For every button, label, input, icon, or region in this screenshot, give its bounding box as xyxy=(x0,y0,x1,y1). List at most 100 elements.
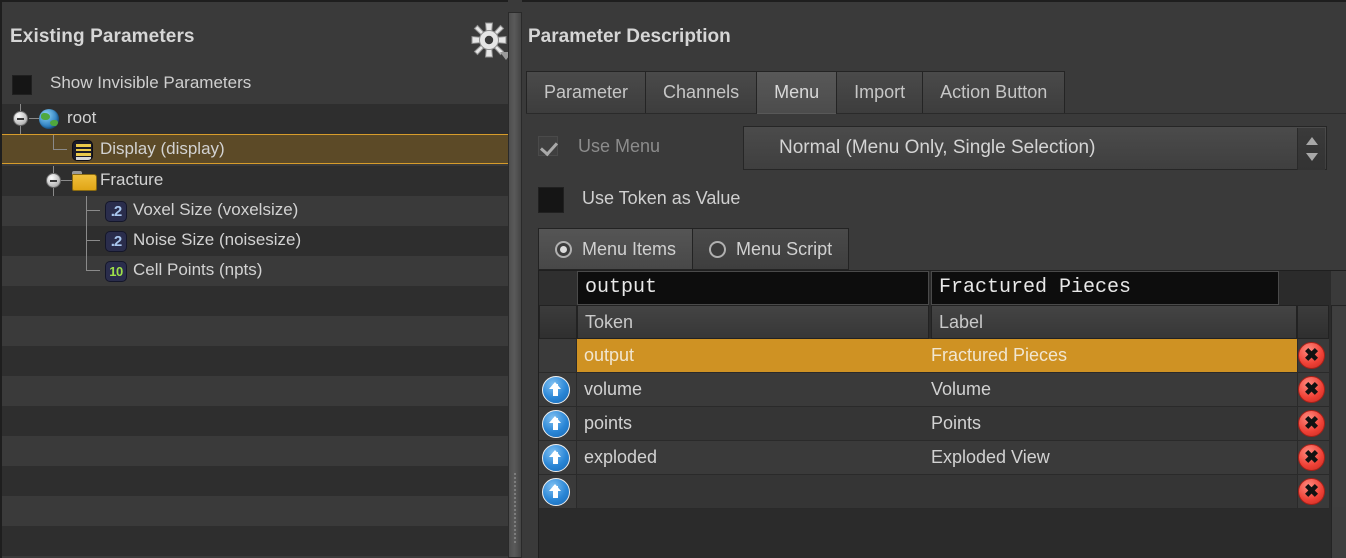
radio-menu-items[interactable]: Menu Items xyxy=(538,228,694,270)
cell-label[interactable]: Exploded View xyxy=(931,441,1297,475)
cell-label[interactable] xyxy=(931,475,1297,509)
use-menu-label: Use Menu xyxy=(578,136,661,156)
delete-icon[interactable]: ✖ xyxy=(1298,376,1325,403)
menu-source-radio-group: Menu Items Menu Script xyxy=(538,228,850,270)
row-gutter xyxy=(539,475,577,509)
row-body: volume Volume xyxy=(577,373,1329,407)
table-row[interactable]: output Fractured Pieces ✖ xyxy=(539,339,1329,373)
splitter-grip xyxy=(514,473,516,543)
tree-item-fracture[interactable]: Fracture xyxy=(2,166,510,196)
use-menu-checkbox[interactable] xyxy=(538,136,558,156)
table-scrollbar[interactable] xyxy=(1331,305,1346,558)
table-header-row: Token Label xyxy=(539,305,1329,339)
tree-item-label: Cell Points (npts) xyxy=(133,260,263,279)
table-scroll-corner xyxy=(1331,271,1346,305)
table-row[interactable]: ✖ xyxy=(539,475,1329,509)
use-menu-row: Use Menu Normal (Menu Only, Single Selec… xyxy=(522,126,1346,170)
table-scrollbar-thumb[interactable] xyxy=(1333,307,1345,507)
show-invisible-checkbox[interactable] xyxy=(12,75,32,95)
menu-mode-select[interactable]: Normal (Menu Only, Single Selection) xyxy=(743,126,1327,170)
row-body xyxy=(577,475,1329,509)
arrow-up-icon[interactable] xyxy=(542,478,570,506)
tab-parameter[interactable]: Parameter xyxy=(526,71,647,114)
cell-token[interactable]: exploded xyxy=(584,441,928,475)
token-input[interactable]: output xyxy=(577,271,929,305)
row-gutter xyxy=(539,373,577,407)
tree-empty-row xyxy=(2,376,510,406)
menu-mode-value: Normal (Menu Only, Single Selection) xyxy=(779,137,1096,158)
table-row[interactable]: points Points ✖ xyxy=(539,407,1329,441)
cell-label[interactable]: Volume xyxy=(931,373,1297,407)
show-invisible-parameters-row[interactable]: Show Invisible Parameters xyxy=(2,70,510,102)
tab-menu[interactable]: Menu xyxy=(756,71,838,114)
menu-items-table: output Fractured Pieces Token Label outp… xyxy=(538,270,1346,558)
use-token-as-value-row[interactable]: Use Token as Value xyxy=(522,184,1346,218)
int-icon: 10 xyxy=(105,261,127,282)
float-icon: .2 xyxy=(105,201,127,222)
delete-icon[interactable]: ✖ xyxy=(1298,342,1325,369)
use-token-as-value-checkbox[interactable] xyxy=(538,187,564,213)
tab-action-button[interactable]: Action Button xyxy=(922,71,1066,114)
row-actions: ✖ xyxy=(1297,407,1329,441)
header-gutter xyxy=(539,305,577,339)
tree-expander[interactable] xyxy=(46,173,61,188)
tree-item-voxel[interactable]: .2 Voxel Size (voxelsize) xyxy=(2,196,510,226)
cell-token[interactable]: points xyxy=(584,407,928,441)
arrow-up-icon[interactable] xyxy=(542,444,570,472)
menu-item-edit-row: output Fractured Pieces xyxy=(539,271,1329,305)
menu-list-icon xyxy=(72,140,93,161)
table-empty-area xyxy=(539,543,1329,558)
tree-item-label: Voxel Size (voxelsize) xyxy=(133,200,299,219)
row-gutter xyxy=(539,339,577,373)
tree-item-cell[interactable]: 10 Cell Points (npts) xyxy=(2,256,510,286)
row-actions: ✖ xyxy=(1297,373,1329,407)
label-input[interactable]: Fractured Pieces xyxy=(931,271,1279,305)
tree-empty-row xyxy=(2,406,510,436)
table-row[interactable]: volume Volume ✖ xyxy=(539,373,1329,407)
tree-item-label: root xyxy=(67,108,97,127)
table-row[interactable]: exploded Exploded View ✖ xyxy=(539,441,1329,475)
tab-import[interactable]: Import xyxy=(836,71,924,114)
cell-token[interactable]: output xyxy=(584,339,928,373)
tree-item-label: Fracture xyxy=(100,170,164,189)
radio-menu-script[interactable]: Menu Script xyxy=(692,228,850,270)
cell-label[interactable]: Points xyxy=(931,407,1297,441)
radio-label: Menu Items xyxy=(582,238,677,259)
app-window: Existing Parameters Show Invisible Param… xyxy=(0,0,1346,558)
existing-parameters-title: Existing Parameters xyxy=(10,26,195,47)
tree-empty-row xyxy=(2,466,510,496)
cell-token[interactable]: volume xyxy=(584,373,928,407)
tree-item-root[interactable]: root xyxy=(2,104,510,134)
show-invisible-label: Show Invisible Parameters xyxy=(50,73,252,92)
arrow-up-icon[interactable] xyxy=(542,410,570,438)
use-token-as-value-label: Use Token as Value xyxy=(582,188,741,208)
tab-channels[interactable]: Channels xyxy=(645,71,758,114)
tree-expander[interactable] xyxy=(13,111,28,126)
row-body: exploded Exploded View xyxy=(577,441,1329,475)
column-header-label[interactable]: Label xyxy=(931,305,1297,339)
arrow-up-icon[interactable] xyxy=(542,376,570,404)
float-icon: .2 xyxy=(105,231,127,252)
delete-icon[interactable]: ✖ xyxy=(1298,478,1325,505)
panel-splitter[interactable] xyxy=(508,12,522,558)
row-actions: ✖ xyxy=(1297,339,1329,373)
tree-empty-row xyxy=(2,526,510,556)
radio-indicator xyxy=(555,240,572,258)
tree-item-noise[interactable]: .2 Noise Size (noisesize) xyxy=(2,226,510,256)
table-rows: output Fractured Pieces ✖ volume Volume ✖ poin… xyxy=(539,339,1329,509)
column-header-token[interactable]: Token xyxy=(577,305,929,339)
radio-label: Menu Script xyxy=(736,238,833,259)
row-gutter xyxy=(539,441,577,475)
chevron-up-icon[interactable] xyxy=(1306,137,1318,145)
tree-item-display[interactable]: Display (display) xyxy=(2,134,510,164)
existing-parameters-panel: Existing Parameters Show Invisible Param… xyxy=(0,0,512,558)
delete-icon[interactable]: ✖ xyxy=(1298,444,1325,471)
tree-empty-row xyxy=(2,286,510,316)
parameter-tree[interactable]: root Display (display) Fracture .2 Voxel Siz… xyxy=(2,104,510,558)
cell-label[interactable]: Fractured Pieces xyxy=(931,339,1297,373)
menu-mode-spinner[interactable] xyxy=(1297,128,1325,170)
chevron-down-icon[interactable] xyxy=(1306,153,1318,161)
tree-item-label: Noise Size (noisesize) xyxy=(133,230,302,249)
cell-token[interactable] xyxy=(584,475,928,509)
delete-icon[interactable]: ✖ xyxy=(1298,410,1325,437)
